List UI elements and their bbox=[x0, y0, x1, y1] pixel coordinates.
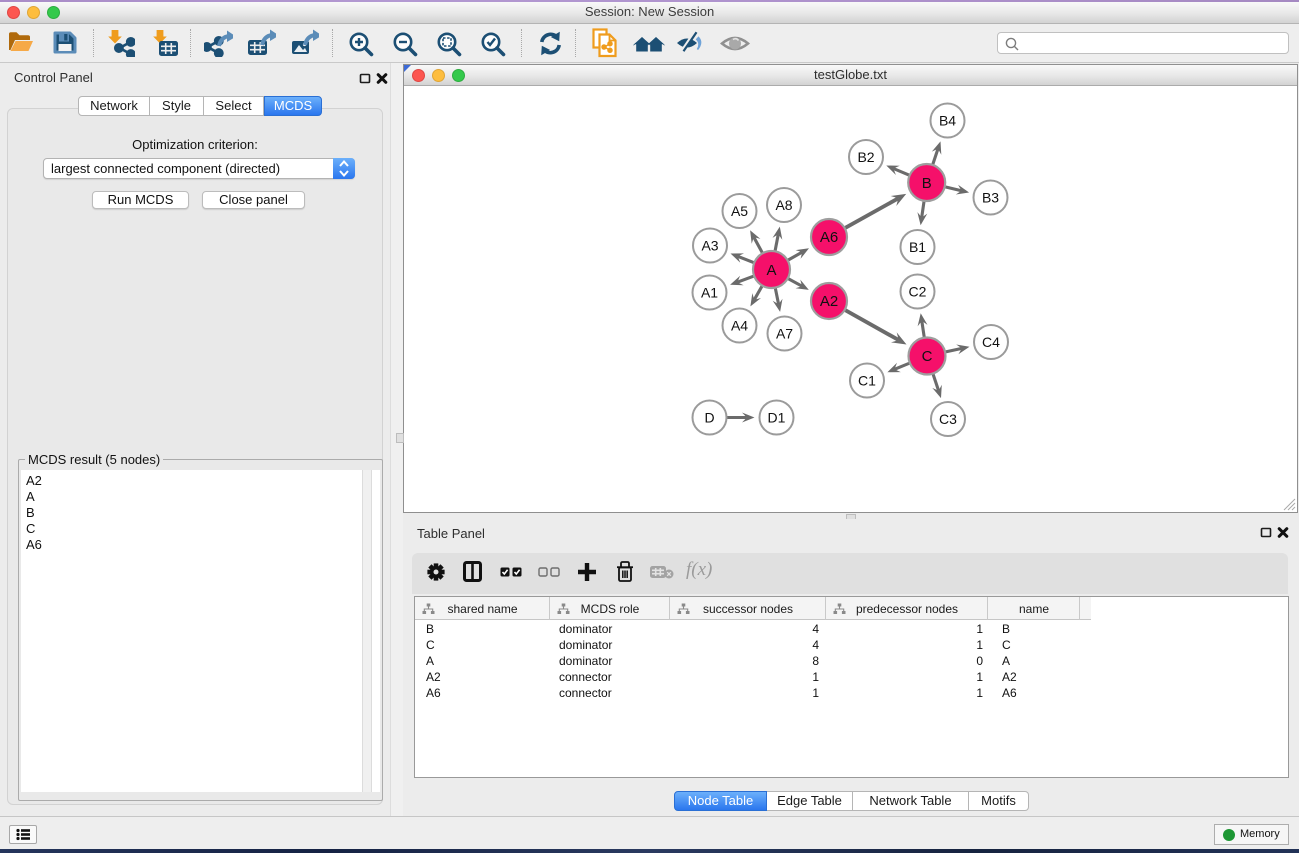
svg-text:A4: A4 bbox=[731, 317, 748, 333]
svg-text:A7: A7 bbox=[776, 325, 793, 341]
svg-text:B2: B2 bbox=[857, 149, 874, 165]
svg-text:A8: A8 bbox=[775, 197, 792, 213]
svg-text:C: C bbox=[922, 348, 933, 365]
svg-text:B: B bbox=[922, 175, 932, 192]
svg-text:A2: A2 bbox=[820, 293, 838, 310]
svg-text:D1: D1 bbox=[768, 409, 786, 425]
svg-text:C3: C3 bbox=[939, 411, 957, 427]
svg-text:A5: A5 bbox=[731, 203, 748, 219]
svg-text:A3: A3 bbox=[701, 237, 718, 253]
svg-text:B3: B3 bbox=[982, 189, 999, 205]
svg-text:D: D bbox=[704, 409, 714, 425]
svg-text:C2: C2 bbox=[909, 283, 927, 299]
svg-text:C4: C4 bbox=[982, 334, 1000, 350]
svg-text:A: A bbox=[766, 262, 776, 279]
svg-text:B1: B1 bbox=[909, 239, 926, 255]
svg-text:C1: C1 bbox=[858, 372, 876, 388]
svg-text:A1: A1 bbox=[701, 284, 718, 300]
svg-text:B4: B4 bbox=[939, 112, 956, 128]
svg-text:A6: A6 bbox=[820, 229, 838, 246]
